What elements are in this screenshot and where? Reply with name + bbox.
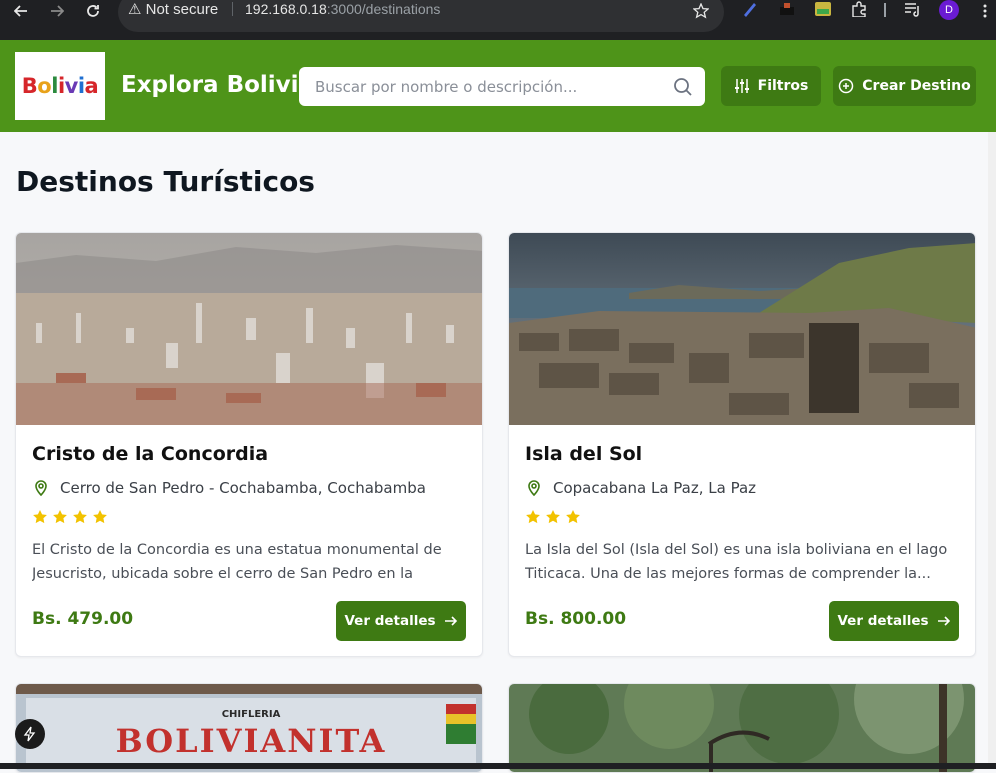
logo-text: Bolivia	[21, 74, 99, 98]
bolt-button[interactable]	[15, 719, 45, 749]
destination-location: Cerro de San Pedro - Cochabamba, Cochaba…	[32, 479, 426, 497]
destination-card[interactable]: Cristo de la Concordia Cerro de San Pedr…	[15, 232, 483, 657]
scrollbar[interactable]	[988, 132, 996, 769]
map-pin-icon	[35, 480, 47, 497]
url-text[interactable]: 192.168.0.18:3000/destinations	[245, 1, 440, 17]
location-text: Copacabana La Paz, La Paz	[553, 479, 757, 497]
destination-card[interactable]	[508, 683, 976, 773]
create-label: Crear Destino	[862, 78, 971, 94]
destination-card[interactable]: Isla del Sol Copacabana La Paz, La Paz L…	[508, 232, 976, 657]
create-destination-button[interactable]: Crear Destino	[833, 66, 976, 106]
filter-label: Filtros	[757, 78, 809, 94]
star-icon	[546, 510, 560, 524]
profile-avatar[interactable]: D	[939, 0, 959, 20]
extension-green-icon[interactable]	[814, 1, 832, 17]
destination-image	[509, 684, 975, 772]
destination-image: CHIFLERIA BOLIVIANITA	[16, 684, 482, 772]
view-details-button[interactable]: Ver detalles	[829, 601, 959, 641]
destination-title[interactable]: Isla del Sol	[525, 443, 642, 465]
rating-stars	[525, 509, 581, 525]
destination-description: La Isla del Sol (Isla del Sol) es una is…	[525, 542, 948, 582]
star-icon	[526, 510, 540, 524]
bookmark-star-icon[interactable]	[690, 0, 712, 22]
brand-title[interactable]: Explora Bolivia	[121, 72, 314, 98]
destination-price: Bs. 479.00	[32, 609, 134, 629]
rating-stars	[32, 509, 108, 525]
sliders-icon	[734, 79, 749, 93]
extensions-puzzle-icon[interactable]	[850, 1, 868, 18]
page-title: Destinos Turísticos	[16, 165, 315, 198]
search-box	[299, 67, 705, 106]
kebab-menu-icon[interactable]	[974, 0, 996, 22]
plus-circle-icon	[839, 78, 854, 94]
security-label: Not secure	[145, 1, 219, 18]
back-icon[interactable]	[10, 0, 32, 22]
map-pin-icon	[528, 480, 540, 497]
star-icon	[53, 510, 67, 524]
lightning-icon	[23, 726, 36, 742]
arrow-right-icon	[444, 616, 457, 626]
media-queue-icon[interactable]	[904, 1, 922, 17]
extension-pen-icon[interactable]	[742, 1, 760, 17]
destination-image	[509, 233, 975, 425]
security-indicator[interactable]: ⚠ Not secure	[128, 0, 218, 18]
divider	[232, 2, 233, 16]
arrow-right-icon	[937, 616, 950, 626]
filter-button[interactable]: Filtros	[721, 66, 821, 106]
destination-image	[16, 233, 482, 425]
forward-icon[interactable]	[46, 0, 68, 22]
destination-card[interactable]: CHIFLERIA BOLIVIANITA	[15, 683, 483, 773]
details-label: Ver detalles	[837, 613, 929, 629]
banner-text: BOLIVIANITA	[116, 722, 387, 760]
search-input[interactable]	[315, 67, 665, 106]
location-text: Cerro de San Pedro - Cochabamba, Cochaba…	[60, 479, 426, 497]
extension-dark-icon[interactable]	[778, 1, 796, 17]
star-icon	[93, 510, 107, 524]
destination-title[interactable]: Cristo de la Concordia	[32, 443, 268, 465]
reload-icon[interactable]	[82, 0, 104, 22]
destination-price: Bs. 800.00	[525, 609, 627, 629]
star-icon	[566, 510, 580, 524]
app-header: Bolivia Explora Bolivia Filtros Crear De…	[0, 40, 996, 132]
star-icon	[33, 510, 47, 524]
star-icon	[73, 510, 87, 524]
destination-location: Copacabana La Paz, La Paz	[525, 479, 756, 497]
logo[interactable]: Bolivia	[15, 52, 105, 120]
destination-description: El Cristo de la Concordia es una estatua…	[32, 542, 442, 582]
warning-icon: ⚠	[128, 1, 142, 18]
view-details-button[interactable]: Ver detalles	[336, 601, 466, 641]
browser-toolbar: ⚠ Not secure 192.168.0.18:3000/destinati…	[0, 0, 996, 40]
details-label: Ver detalles	[344, 613, 436, 629]
toolbar-divider	[884, 3, 886, 17]
banner-subtext: CHIFLERIA	[222, 709, 281, 720]
search-icon[interactable]	[673, 77, 693, 97]
bottom-edge	[0, 763, 996, 769]
